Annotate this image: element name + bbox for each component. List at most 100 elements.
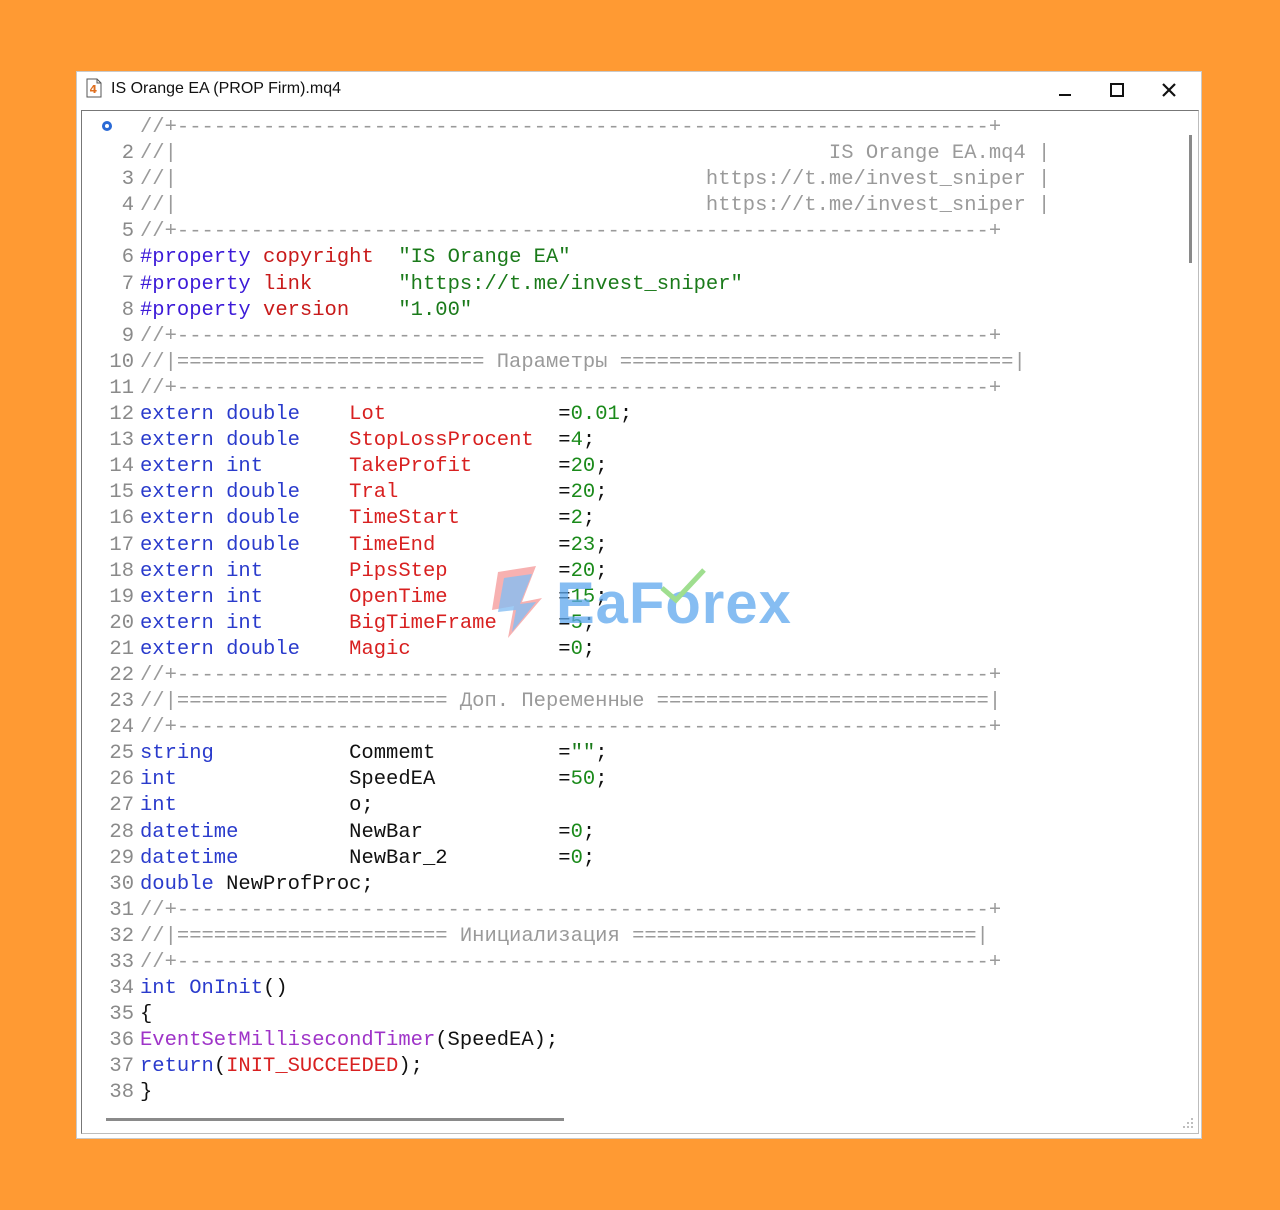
close-button[interactable] <box>1149 76 1189 104</box>
code-text: extern double TimeEnd =23; <box>140 533 608 559</box>
code-text: //+-------------------------------------… <box>140 324 1001 350</box>
code-line[interactable]: 22//+-----------------------------------… <box>82 663 1174 689</box>
code-line[interactable]: 26 int SpeedEA =50; <box>82 767 1174 793</box>
code-text: extern double TimeStart =2; <box>140 506 595 532</box>
line-number: 27 <box>109 794 134 818</box>
code-text: //|====================== Доп. Переменны… <box>140 689 1001 715</box>
code-line[interactable]: 38} <box>82 1080 1174 1106</box>
line-number: 30 <box>109 872 134 896</box>
code-line[interactable]: 12 extern double Lot =0.01; <box>82 402 1174 428</box>
line-number: 6 <box>121 246 134 270</box>
editor-window: 4 IS Orange EA (PROP Firm).mq4 //+------… <box>76 71 1202 1139</box>
code-token: extern int <box>140 585 264 609</box>
code-line[interactable]: 37 return(INIT_SUCCEEDED); <box>82 1054 1174 1080</box>
code-token: #property <box>140 298 251 322</box>
code-line[interactable]: 30 double NewProfProc; <box>82 872 1174 898</box>
resize-grip-icon[interactable] <box>1182 1117 1194 1129</box>
horizontal-scrollbar[interactable] <box>106 1118 564 1121</box>
code-token: //| https://t.me/invest_sniper | <box>140 168 1051 192</box>
vertical-scrollbar[interactable] <box>1189 135 1192 263</box>
code-line[interactable]: 29 datetime NewBar_2 =0; <box>82 846 1174 872</box>
code-line[interactable]: 32//|====================== Инициализаци… <box>82 924 1174 950</box>
code-token: //+-------------------------------------… <box>140 324 1002 348</box>
code-line[interactable]: //+-------------------------------------… <box>82 115 1174 141</box>
code-line[interactable]: 21 extern double Magic =0; <box>82 637 1174 663</box>
code-token: TakeProfit <box>349 455 473 479</box>
line-number: 11 <box>109 376 134 400</box>
code-token: = <box>386 403 571 427</box>
code-line[interactable]: 4//| https://t.me/invest_sniper | <box>82 193 1174 219</box>
code-line[interactable]: 16 extern double TimeStart =2; <box>82 506 1174 532</box>
code-line[interactable]: 28 datetime NewBar =0; <box>82 820 1174 846</box>
line-number: 22 <box>109 663 134 687</box>
code-token: = <box>472 455 571 479</box>
code-text: #property copyright "IS Orange EA" <box>140 245 571 271</box>
breakpoint-marker-icon[interactable] <box>102 121 112 131</box>
line-number: 4 <box>121 194 134 218</box>
code-line[interactable]: 19 extern int OpenTime =15; <box>82 585 1174 611</box>
code-line[interactable]: 35{ <box>82 1002 1174 1028</box>
code-line[interactable]: 23//|====================== Доп. Перемен… <box>82 689 1174 715</box>
code-token: ; <box>595 585 608 609</box>
line-number: 38 <box>109 1081 134 1105</box>
code-token: ; <box>582 429 596 453</box>
code-token: return <box>140 1055 214 1079</box>
code-text: //+-------------------------------------… <box>140 715 1001 741</box>
code-token: extern int <box>140 559 264 583</box>
code-line[interactable]: 34 int OnInit() <box>82 976 1174 1002</box>
maximize-button[interactable] <box>1097 76 1137 104</box>
code-token: ; <box>595 742 608 766</box>
code-token: #property <box>140 246 251 270</box>
code-line[interactable]: 10//|========================= Параметры… <box>82 350 1174 376</box>
code-token: //| IS Orange EA.mq4 | <box>140 142 1051 166</box>
code-line[interactable]: 17 extern double TimeEnd =23; <box>82 533 1174 559</box>
code-text: extern double Tral =20; <box>140 480 608 506</box>
line-number: 20 <box>109 611 134 635</box>
code-line[interactable]: 31//+-----------------------------------… <box>82 898 1174 924</box>
code-line[interactable]: 24//+-----------------------------------… <box>82 715 1174 741</box>
code-line[interactable]: 9//+------------------------------------… <box>82 324 1174 350</box>
code-token: ; <box>582 611 596 635</box>
code-line[interactable]: 25 string Commemt =""; <box>82 741 1174 767</box>
code-line[interactable]: 3//| https://t.me/invest_sniper | <box>82 167 1174 193</box>
code-line[interactable]: 6 #property copyright "IS Orange EA" <box>82 245 1174 271</box>
code-token: NewBar_2 = <box>238 846 571 870</box>
code-line[interactable]: 14 extern int TakeProfit =20; <box>82 454 1174 480</box>
code-line[interactable]: 7 #property link "https://t.me/invest_sni… <box>82 272 1174 298</box>
line-number: 2 <box>121 142 134 166</box>
code-line[interactable]: 33 //+-----------------------------------… <box>82 950 1174 976</box>
code-line[interactable]: 27 int o; <box>82 793 1174 819</box>
code-line[interactable]: 5//+------------------------------------… <box>82 219 1174 245</box>
code-token: double <box>140 872 214 896</box>
code-line[interactable]: 2//| IS Orange EA.mq4 | <box>82 141 1174 167</box>
code-token: } <box>140 1081 153 1105</box>
code-editor[interactable]: //+-------------------------------------… <box>81 110 1199 1134</box>
title-bar[interactable]: 4 IS Orange EA (PROP Firm).mq4 <box>77 72 1201 110</box>
code-token: StopLossProcent <box>349 429 534 453</box>
code-token: ; <box>582 637 596 661</box>
code-text: int o; <box>140 793 374 819</box>
code-line[interactable]: 8 #property version "1.00" <box>82 298 1174 324</box>
code-token: (SpeedEA); <box>435 1029 559 1053</box>
code-line[interactable]: 15 extern double Tral =20; <box>82 480 1174 506</box>
code-token: 23 <box>570 533 596 557</box>
code-token: o; <box>176 794 374 818</box>
code-line[interactable]: 18 extern int PipsStep =20; <box>82 559 1174 585</box>
code-line[interactable]: 11//+-----------------------------------… <box>82 376 1174 402</box>
code-token: = <box>496 611 571 635</box>
code-token: NewProfProc; <box>213 872 374 896</box>
code-line[interactable]: 36 EventSetMillisecondTimer(SpeedEA); <box>82 1028 1174 1054</box>
code-token: 0 <box>570 820 583 844</box>
code-text: return(INIT_SUCCEEDED); <box>140 1054 423 1080</box>
code-token: int <box>140 977 177 1001</box>
code-text: //+-------------------------------------… <box>140 663 1001 689</box>
code-token: = <box>410 637 571 661</box>
code-token: datetime <box>140 846 239 870</box>
code-line[interactable]: 13 extern double StopLossProcent =4; <box>82 428 1174 454</box>
minimize-button[interactable] <box>1045 76 1085 104</box>
line-number: 13 <box>109 429 134 453</box>
code-line[interactable]: 20 extern int BigTimeFrame =5; <box>82 611 1174 637</box>
code-text: //| https://t.me/invest_sniper | <box>140 193 1050 219</box>
